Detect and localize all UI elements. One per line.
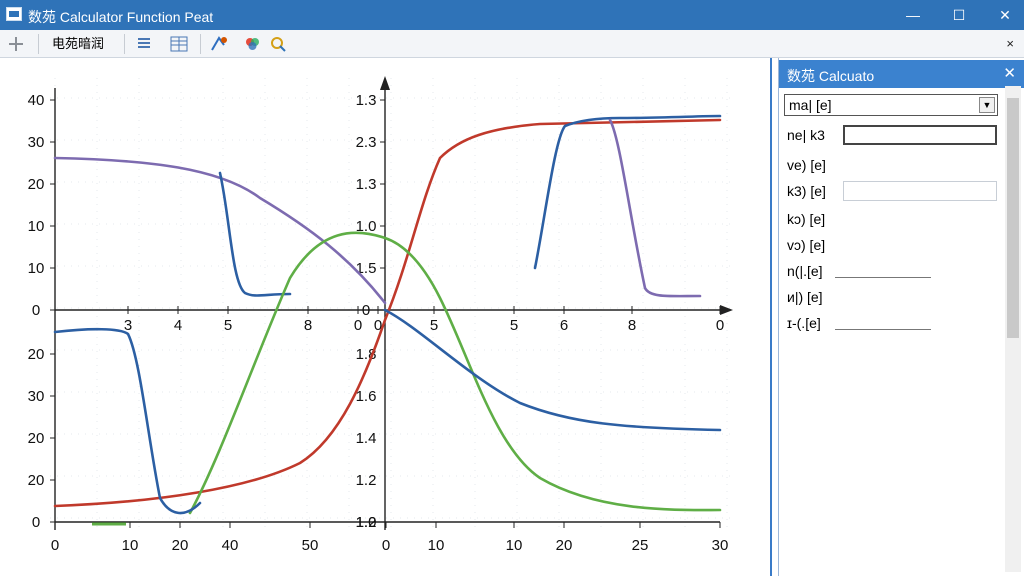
toolbar-separator xyxy=(38,34,39,54)
panel-row[interactable]: ne| k3 xyxy=(787,124,997,146)
chevron-down-icon[interactable]: ▼ xyxy=(979,97,995,113)
x-tick-label: 8 xyxy=(304,317,312,334)
y-tick-label: 10 xyxy=(28,260,45,277)
panel-row-label: vɔ) [e] xyxy=(787,237,826,253)
dropdown-value: ma| [e] xyxy=(789,97,832,113)
x-tick-label: 0 xyxy=(716,317,724,334)
x-tick-label: 10 xyxy=(506,537,523,554)
y-tick-label: 0 xyxy=(32,302,40,319)
y-tick-label: 20 xyxy=(28,472,45,489)
red-curve xyxy=(53,118,722,508)
x-tick-label: 0 xyxy=(51,537,59,554)
panel-row-label: ᴎ|) [e] xyxy=(787,289,823,305)
y-tick-label: 10 xyxy=(28,218,45,235)
cursor-edit-icon[interactable] xyxy=(210,36,228,56)
panel-title: 数苑 Calcuato xyxy=(787,68,875,84)
y-tick-label: 1.3 xyxy=(356,92,377,109)
x-tick-label: 0 xyxy=(354,317,362,334)
purple-curve-right xyxy=(608,118,702,298)
panel-row[interactable]: ɪ-(.[e] xyxy=(787,312,997,334)
x-tick-label: 5 xyxy=(224,317,232,334)
y-tick-label: 1.4 xyxy=(356,430,377,447)
panel-row[interactable]: kɔ) [e] xyxy=(787,208,997,230)
toolbar-separator xyxy=(124,34,125,54)
panel-row-label: ve) [e] xyxy=(787,157,826,173)
function-plot[interactable]: 403020101002030202001.32.31.31.01.501.81… xyxy=(0,58,770,576)
x-tick-label: 10 xyxy=(122,537,139,554)
panel-row-label: kɔ) [e] xyxy=(787,211,826,227)
y-tick-label: 1.6 xyxy=(356,388,377,405)
close-button[interactable]: ✕ xyxy=(990,3,1020,27)
y-tick-label: 20 xyxy=(28,346,45,363)
panel-row-label: ne| k3 xyxy=(787,127,825,143)
x-tick-label: 50 xyxy=(302,537,319,554)
app-icon xyxy=(6,7,22,21)
maximize-button[interactable]: ☐ xyxy=(944,3,974,27)
y-tick-label: 1.0 xyxy=(356,514,377,531)
y-tick-label: 1.3 xyxy=(356,176,377,193)
y-tick-label: 30 xyxy=(28,134,45,151)
y-tick-label: 2.3 xyxy=(356,134,377,151)
cross-icon[interactable] xyxy=(8,36,24,52)
x-tick-label: 5 xyxy=(510,317,518,334)
panel-row[interactable]: n(|.[e] xyxy=(787,260,997,282)
axis-arrow-up xyxy=(380,76,390,90)
scrollbar-thumb[interactable] xyxy=(1007,98,1019,338)
panel-row-field[interactable] xyxy=(843,181,997,201)
toolbar-close-icon[interactable]: × xyxy=(1006,34,1014,54)
panel-row-label: n(|.[e] xyxy=(787,263,823,279)
toolbar-separator xyxy=(200,34,201,54)
green-curve xyxy=(188,231,722,515)
minimize-button[interactable]: — xyxy=(898,3,928,27)
y-tick-label: 0 xyxy=(362,302,370,319)
purple-curve xyxy=(53,156,387,305)
x-tick-label: 4 xyxy=(174,317,182,334)
panel-row[interactable]: ᴎ|) [e] xyxy=(787,286,997,308)
blue-curve-upper-left xyxy=(218,171,292,297)
panel-row-underline xyxy=(835,329,931,330)
x-tick-label: 6 xyxy=(560,317,568,334)
panel-header: 数苑 Calcuato ✕ xyxy=(779,60,1024,88)
x-tick-label: 5 xyxy=(430,317,438,334)
title-bar: 数苑 Calculator Function Peat — ☐ ✕ xyxy=(0,0,1024,30)
y-tick-label: 0 xyxy=(32,514,40,531)
x-tick-label: 40 xyxy=(222,537,239,554)
panel-row[interactable]: vɔ) [e] xyxy=(787,234,997,256)
blue-curve-lower-left xyxy=(53,327,202,515)
side-panel: 数苑 Calcuato ✕ ma| [e] ▼ ne| k3 ve) [e] k… xyxy=(778,58,1024,576)
y-tick-label: 20 xyxy=(28,176,45,193)
y-tick-label: 1.2 xyxy=(356,472,377,489)
plot-area[interactable]: 40 30 20 10 10 0 20 30 20 20 0 1.3 2.3 1.3 1.0 1.5 0 1.8 1… xyxy=(0,58,772,576)
x-tick-label: 20 xyxy=(172,537,189,554)
y-tick-label: 30 xyxy=(28,388,45,405)
x-tick-label: 0 xyxy=(382,537,390,554)
panel-row-field[interactable] xyxy=(843,125,997,145)
x-tick-label: 20 xyxy=(556,537,573,554)
y-tick-label: 20 xyxy=(28,430,45,447)
color-icon[interactable] xyxy=(244,36,262,56)
panel-row-label: ɪ-(.[e] xyxy=(787,315,821,331)
panel-scrollbar[interactable] xyxy=(1005,86,1021,572)
x-tick-label: 10 xyxy=(428,537,445,554)
panel-row[interactable]: k3) [e] xyxy=(787,180,997,202)
function-dropdown[interactable]: ma| [e] ▼ xyxy=(784,94,998,116)
panel-row-underline xyxy=(835,277,931,278)
menu-button[interactable]: 电苑暗润 xyxy=(52,34,104,54)
x-tick-label: 30 xyxy=(712,537,729,554)
grid-icon[interactable] xyxy=(170,36,188,56)
x-tick-label: 25 xyxy=(632,537,649,554)
panel-row-label: k3) [e] xyxy=(787,183,826,199)
window-title: 数苑 Calculator Function Peat xyxy=(28,9,214,25)
y-tick-label: 40 xyxy=(28,92,45,109)
axis-arrow-right xyxy=(720,305,733,315)
zoom-icon[interactable] xyxy=(270,36,288,56)
panel-close-icon[interactable]: ✕ xyxy=(1003,64,1016,82)
list-icon[interactable] xyxy=(136,36,152,56)
toolbar: 电苑暗润 × xyxy=(0,30,1024,58)
panel-row[interactable]: ve) [e] xyxy=(787,154,997,176)
x-tick-label: 8 xyxy=(628,317,636,334)
